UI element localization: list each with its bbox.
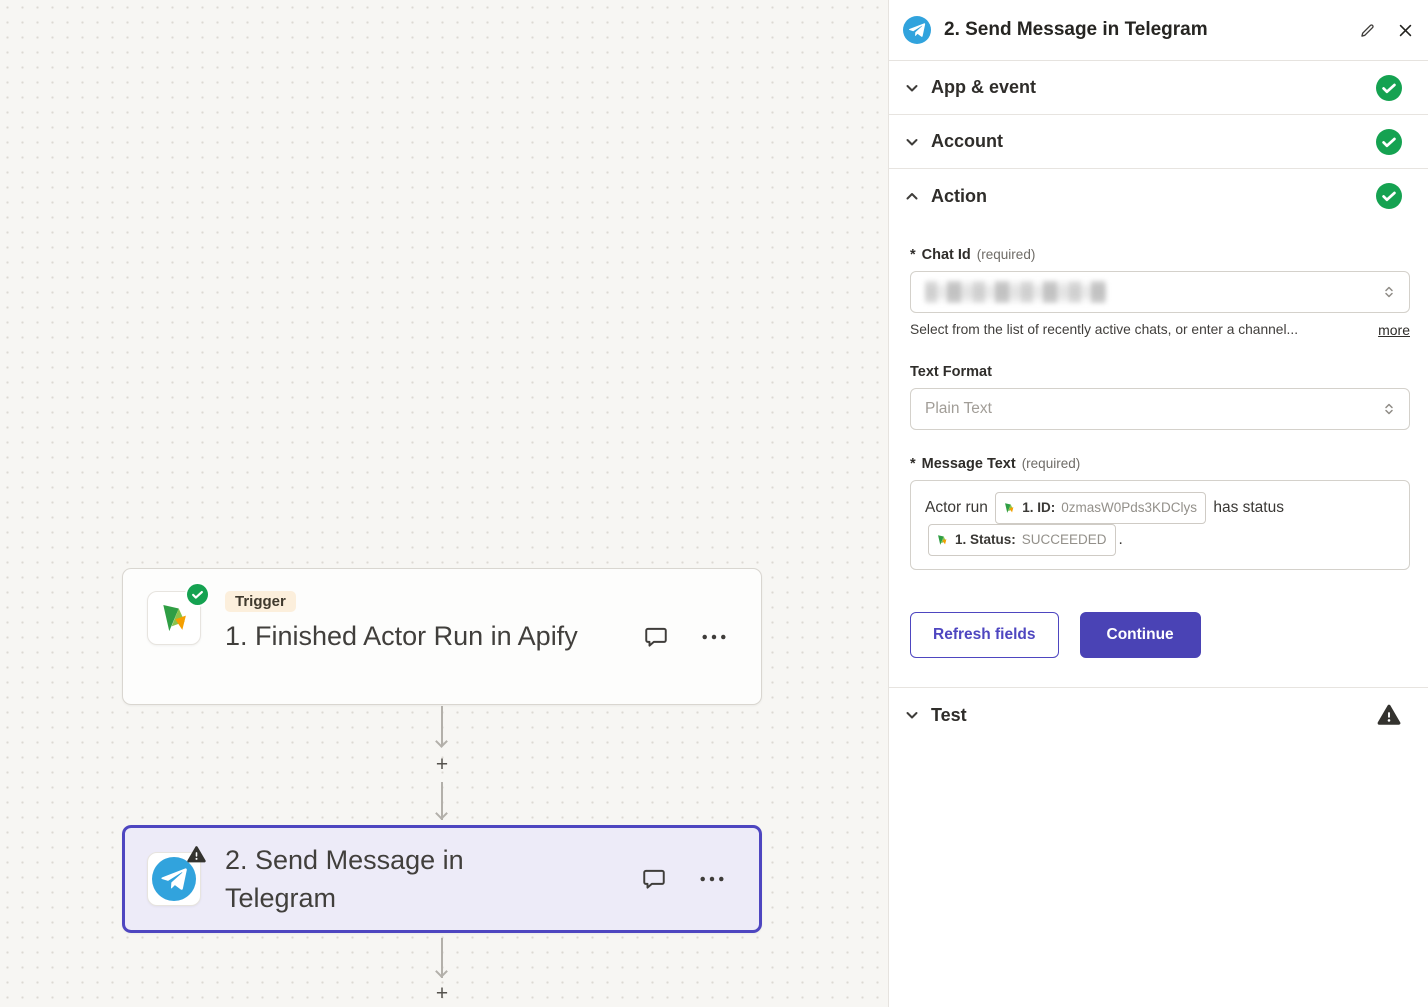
section-action[interactable]: Action: [889, 169, 1428, 223]
message-text-label-row: * Message Text (required): [910, 456, 1410, 472]
check-circle-icon: [1376, 129, 1402, 155]
add-step-button[interactable]: +: [429, 981, 455, 1007]
step-settings-panel: 2. Send Message in Telegram App & event: [888, 0, 1428, 1007]
check-circle-icon: [1376, 183, 1402, 209]
panel-title: 2. Send Message in Telegram: [944, 19, 1208, 41]
trigger-step-title: 1. Finished Actor Run in Apify: [225, 617, 578, 655]
refresh-fields-button[interactable]: Refresh fields: [910, 612, 1059, 658]
message-text-suffix: .: [1119, 531, 1123, 548]
action-step-title: 2. Send Message in Telegram: [225, 841, 525, 917]
check-circle-icon: [1376, 75, 1402, 101]
token-run-status[interactable]: 1. Status: SUCCEEDED: [928, 524, 1116, 556]
close-icon[interactable]: [1397, 22, 1414, 39]
panel-header-actions: [1358, 21, 1414, 40]
warning-triangle-icon: [186, 844, 207, 865]
select-chevrons-icon: [1381, 284, 1397, 300]
telegram-app-icon: [147, 852, 201, 906]
form-buttons-row: Refresh fields Continue: [910, 612, 1410, 658]
text-format-label: Text Format: [910, 364, 992, 380]
more-options-icon[interactable]: [701, 633, 727, 641]
more-options-icon[interactable]: [699, 875, 725, 883]
trigger-badge: Trigger: [225, 591, 296, 612]
warning-triangle-icon: [1376, 702, 1402, 728]
continue-button[interactable]: Continue: [1080, 612, 1201, 658]
token-run-id[interactable]: 1. ID: 0zmasW0Pds3KDClys: [995, 492, 1206, 524]
section-label: Account: [931, 131, 1003, 152]
section-label: App & event: [931, 77, 1036, 98]
add-step-button[interactable]: +: [429, 752, 455, 778]
section-test[interactable]: Test: [889, 688, 1428, 742]
workflow-canvas[interactable]: Trigger 1. Finished Actor Run in Apify +: [0, 0, 888, 1007]
required-star: *: [910, 247, 916, 263]
connector-arrow-icon: [435, 965, 448, 978]
apify-logo-icon: [935, 533, 949, 547]
comment-icon[interactable]: [641, 866, 667, 892]
section-label: Test: [931, 705, 967, 726]
step-success-badge: [185, 582, 210, 607]
section-account[interactable]: Account: [889, 115, 1428, 169]
edit-pencil-icon[interactable]: [1358, 21, 1377, 40]
chevron-down-icon: [904, 80, 920, 96]
chat-id-helper-row: Select from the list of recently active …: [910, 322, 1410, 338]
text-format-field: Text Format Plain Text: [910, 364, 1410, 430]
chevron-up-icon: [904, 188, 920, 204]
message-text-middle: has status: [1213, 499, 1284, 516]
action-form: * Chat Id (required) Select from the lis…: [889, 223, 1428, 658]
select-chevrons-icon: [1381, 401, 1397, 417]
chevron-down-icon: [904, 134, 920, 150]
trigger-step-card[interactable]: Trigger 1. Finished Actor Run in Apify: [122, 568, 762, 705]
action-step-card[interactable]: 2. Send Message in Telegram: [122, 825, 762, 933]
action-card-body: 2. Send Message in Telegram: [225, 841, 525, 917]
required-note: (required): [977, 247, 1036, 262]
check-circle-icon: [187, 584, 208, 605]
zap-editor: Trigger 1. Finished Actor Run in Apify +: [0, 0, 1428, 1007]
token-label: 1. ID:: [1022, 494, 1055, 522]
token-label: 1. Status:: [955, 526, 1016, 554]
panel-header: 2. Send Message in Telegram: [889, 0, 1428, 61]
section-app-event[interactable]: App & event: [889, 61, 1428, 115]
required-star: *: [910, 456, 916, 472]
token-value: 0zmasW0Pds3KDClys: [1061, 494, 1197, 522]
message-text-field: * Message Text (required) Actor run 1. I…: [910, 456, 1410, 570]
message-text-editor[interactable]: Actor run 1. ID: 0zmasW0Pds3KDClys has s…: [910, 480, 1410, 570]
trigger-card-body: Trigger 1. Finished Actor Run in Apify: [225, 591, 578, 655]
more-link[interactable]: more: [1378, 322, 1410, 338]
chat-id-select[interactable]: [910, 271, 1410, 313]
chat-id-label: Chat Id: [922, 247, 971, 263]
apify-app-icon: [147, 591, 201, 645]
apify-logo-icon: [1002, 501, 1016, 515]
connector-arrow-icon: [435, 735, 448, 748]
comment-icon[interactable]: [643, 624, 669, 650]
message-text-label: Message Text: [922, 456, 1016, 472]
chat-id-redacted-value: [925, 281, 1107, 303]
connector-arrow-icon: [435, 807, 448, 820]
section-label: Action: [931, 186, 987, 207]
chat-id-label-row: * Chat Id (required): [910, 247, 1410, 263]
chevron-down-icon: [904, 707, 920, 723]
action-card-actions: [641, 866, 725, 892]
required-note: (required): [1022, 456, 1081, 471]
telegram-logo-icon: [903, 16, 931, 44]
trigger-card-actions: [643, 624, 727, 650]
text-format-value: Plain Text: [925, 400, 992, 418]
step-warning-badge: [186, 844, 207, 865]
chat-id-helper-text: Select from the list of recently active …: [910, 322, 1362, 337]
token-value: SUCCEEDED: [1022, 526, 1107, 554]
text-format-select[interactable]: Plain Text: [910, 388, 1410, 430]
message-text-prefix: Actor run: [925, 499, 988, 516]
